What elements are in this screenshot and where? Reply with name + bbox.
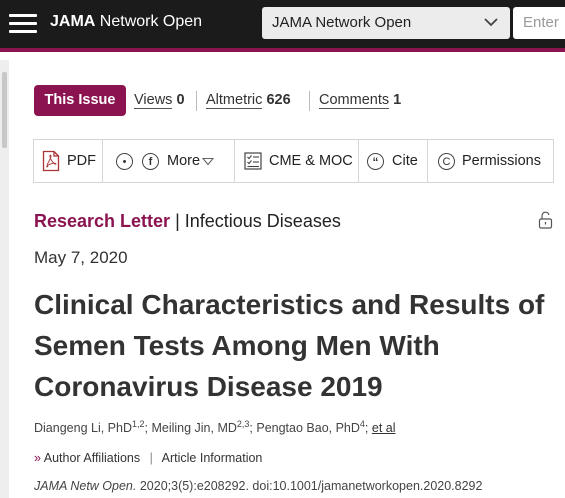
author-list: Diangeng Li, PhD1,2; Meiling Jin, MD2,3;… [34,419,396,436]
views-count: 0 [176,92,185,108]
cme-label: CME & MOC [269,153,353,169]
category-divider: | [170,211,185,231]
scrollbar[interactable] [0,60,9,498]
toolbar-divider [427,140,428,182]
journal-select[interactable]: JAMA Network Open [262,7,510,39]
article-title: Clinical Characteristics and Results of … [34,289,545,402]
more-share-button[interactable]: • f More [116,140,215,182]
scrollbar-thumb[interactable] [2,72,7,148]
altmetric-label: Altmetric [206,92,263,109]
this-issue-button[interactable]: This Issue [34,85,126,116]
top-nav-bar: JAMA Network Open JAMA Network Open Ente… [0,0,565,48]
article-links: » Author Affiliations | Article Informat… [34,451,262,465]
caret-down-icon [202,157,215,165]
more-label: More [167,153,201,169]
hamburger-menu-icon[interactable] [9,14,37,34]
quote-icon: “ [367,152,384,170]
author-affiliation-sup: 4 [359,419,365,429]
author-name[interactable]: Pengtao Bao, PhD [256,421,360,435]
pdf-button[interactable]: PDF [42,140,96,182]
et-al-link[interactable]: et al [372,421,396,435]
author-affiliation-sup: 1,2 [131,419,145,429]
author-name[interactable]: Diangeng Li, PhD [34,421,132,435]
article-type[interactable]: Research Letter [34,211,170,231]
comments-metric[interactable]: Comments 1 [319,92,402,109]
article-category: Research Letter | Infectious Diseases [34,211,341,232]
checklist-icon [244,152,262,170]
pdf-icon [42,150,60,172]
article-information-link[interactable]: Article Information [162,451,263,465]
cite-button[interactable]: “ Cite [367,140,418,182]
toolbar-divider [234,140,235,182]
double-chevron-right-icon: » [34,451,41,465]
toolbar-divider [102,140,103,182]
comments-label: Comments [319,92,390,109]
publication-date: May 7, 2020 [34,248,128,267]
permissions-label: Permissions [462,153,541,169]
altmetric-metric[interactable]: Altmetric 626 [206,92,291,109]
author-name[interactable]: Meiling Jin, MD [151,421,236,435]
brand-rest: Network Open [95,13,203,30]
facebook-icon[interactable]: f [142,152,159,170]
pdf-label: PDF [67,153,96,169]
journal-abbrev: JAMA Netw Open. [34,479,137,493]
author-affiliation-sup: 2,3 [236,419,250,429]
metric-separator [309,91,310,111]
cme-moc-button[interactable]: CME & MOC [244,140,353,182]
chevron-down-icon [484,18,498,27]
metric-separator [196,91,197,111]
views-label: Views [134,92,173,109]
article-topic[interactable]: Infectious Diseases [185,211,341,231]
twitter-icon[interactable]: • [116,152,133,170]
author-affiliations-link[interactable]: Author Affiliations [44,451,140,465]
header-accent-bar [0,48,565,52]
toolbar-divider [358,140,359,182]
article-toolbar: PDF • f More CME & MOC “ Cite C Permissi… [33,139,554,183]
site-brand[interactable]: JAMA Network Open [50,13,202,31]
brand-bold: JAMA [50,13,96,30]
altmetric-count: 626 [266,92,291,108]
comments-count: 1 [393,92,402,108]
cite-label: Cite [392,153,418,169]
journal-select-value: JAMA Network Open [272,14,412,31]
unlock-icon [538,211,553,229]
copyright-icon: C [438,152,455,170]
citation: JAMA Netw Open. 2020;3(5):e208292. doi:1… [34,479,482,493]
citation-details: 2020;3(5):e208292. doi:10.1001/jamanetwo… [136,479,483,493]
search-input[interactable]: Enter [513,7,565,39]
links-separator: | [149,451,153,465]
permissions-button[interactable]: C Permissions [438,140,541,182]
search-placeholder: Enter [523,14,559,31]
views-metric[interactable]: Views 0 [134,92,185,109]
